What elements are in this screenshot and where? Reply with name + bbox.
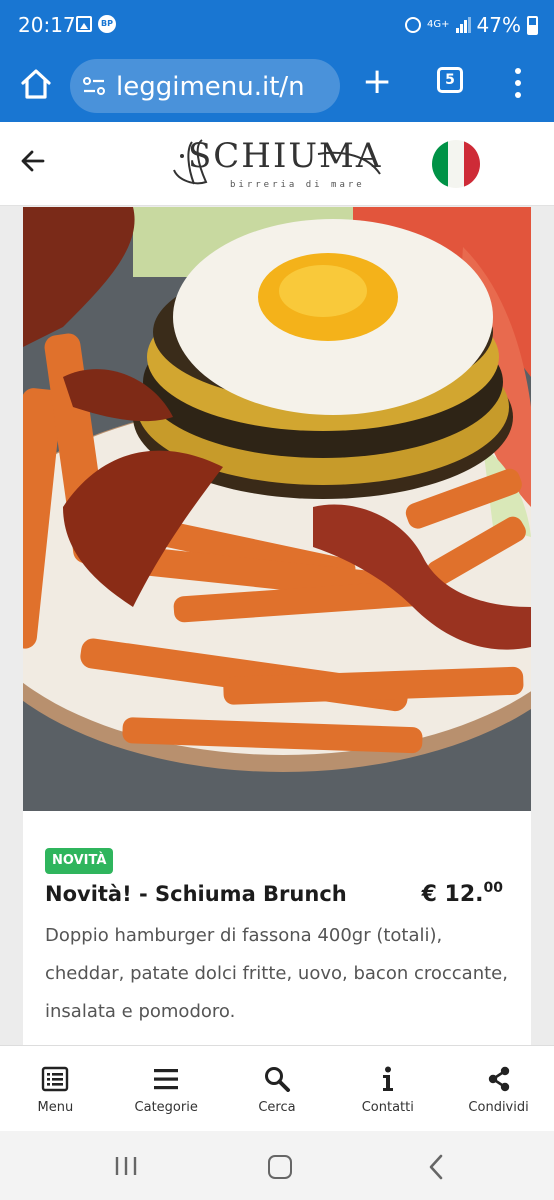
bp-notification-icon: BP [98,15,116,33]
more-menu-icon[interactable] [510,66,526,100]
home-icon[interactable] [18,66,54,102]
status-bar: 20:17 BP 4G+ 47% [0,0,554,50]
url-text: leggimenu.it/n [116,72,305,102]
status-notification-icons: BP [76,15,116,33]
alarm-icon [405,17,422,33]
system-navigation-bar [0,1131,554,1200]
new-tab-button[interactable]: + [362,64,392,100]
gallery-notification-icon [76,16,92,32]
nav-categorie[interactable]: Categorie [111,1046,222,1131]
search-icon [264,1067,290,1092]
battery-percent: 47% [476,13,521,37]
back-arrow-icon[interactable] [20,148,46,174]
nav-cerca[interactable]: Cerca [222,1046,333,1131]
nav-label-menu: Menu [37,1100,74,1115]
browser-toolbar: leggimenu.it/n + 5 [0,50,554,122]
nav-contatti[interactable]: Contatti [332,1046,443,1131]
dish-photo[interactable] [23,207,531,811]
dish-price: € 12.00 [422,880,503,907]
nav-label-categorie: Categorie [134,1100,198,1115]
dish-description: Doppio hamburger di fassona 400gr (total… [45,925,508,1022]
price-cents: 00 [483,880,503,896]
nav-label-contatti: Contatti [361,1100,414,1115]
site-header: SCHIUMA birreria di mare [0,122,554,206]
battery-icon [527,15,538,35]
logo-text: SCHIUMA [188,136,383,176]
categories-icon [154,1069,179,1090]
flag-italy-icon[interactable] [432,140,480,188]
tab-switcher-button[interactable]: 5 [437,67,463,93]
nav-label-condividi: Condividi [468,1100,529,1115]
address-bar[interactable]: leggimenu.it/n [70,59,340,113]
home-system-icon[interactable] [268,1155,292,1179]
back-system-icon[interactable] [424,1153,448,1181]
dish-card[interactable]: NOVITÀ Novità! - Schiuma Brunch € 12.00 … [23,207,531,1045]
network-type: 4G+ [427,19,450,30]
nav-condividi[interactable]: Condividi [443,1046,554,1131]
new-badge: NOVITÀ [45,848,114,874]
bottom-navigation: Menu Categorie Cerca Contatti Condividi [0,1045,554,1131]
recent-apps-icon[interactable] [114,1155,138,1177]
restaurant-logo[interactable]: SCHIUMA birreria di mare [168,134,388,200]
menu-content[interactable]: NOVITÀ Novità! - Schiuma Brunch € 12.00 … [0,207,554,1045]
signal-icon [455,17,471,33]
status-time: 20:17 [18,13,76,37]
nav-menu[interactable]: Menu [0,1046,111,1131]
logo-subtitle: birreria di mare [230,180,365,190]
site-settings-icon[interactable] [82,76,106,96]
info-icon [382,1066,393,1091]
status-system-icons: 4G+ 47% [405,13,538,37]
price-main: € 12. [421,882,484,907]
share-icon [488,1066,509,1092]
menu-list-icon [42,1066,69,1092]
dish-title[interactable]: Novità! - Schiuma Brunch [45,882,347,906]
nav-label-cerca: Cerca [258,1100,296,1115]
